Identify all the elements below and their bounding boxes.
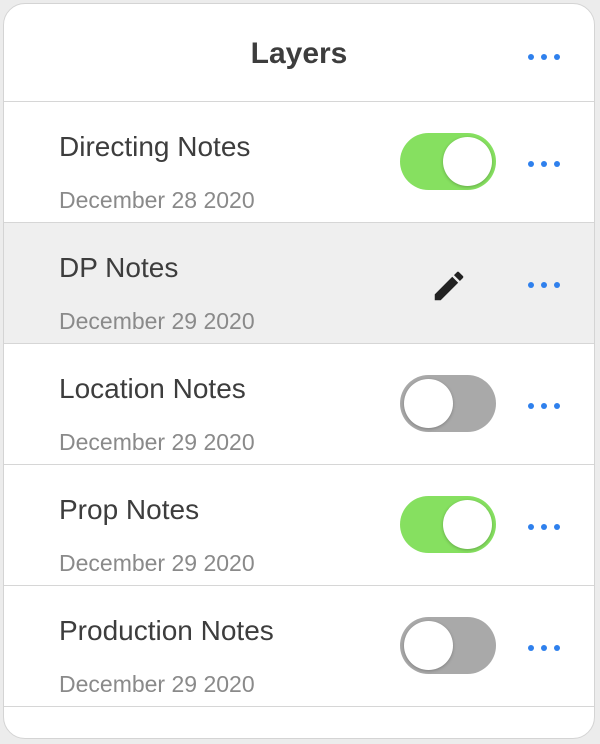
layer-row-dp[interactable]: DP Notes December 29 2020 <box>4 223 594 344</box>
visibility-toggle[interactable] <box>400 133 496 190</box>
layer-row-directing[interactable]: Directing Notes December 28 2020 <box>4 102 594 223</box>
layer-name: DP Notes <box>59 252 179 283</box>
more-icon[interactable] <box>524 273 564 297</box>
layers-panel: Layers Directing Notes December 28 2020 … <box>3 3 595 739</box>
layer-date: December 29 2020 <box>59 308 255 334</box>
visibility-toggle[interactable] <box>400 496 496 553</box>
layer-row-location[interactable]: Location Notes December 29 2020 <box>4 344 594 465</box>
panel-title: Layers <box>250 37 348 70</box>
layer-name: Directing Notes <box>59 131 251 162</box>
layer-row-production[interactable]: Production Notes December 29 2020 <box>4 586 594 707</box>
layer-name: Prop Notes <box>59 494 200 525</box>
layer-date: December 28 2020 <box>59 187 255 213</box>
pencil-icon[interactable] <box>430 267 468 305</box>
header-more-icon[interactable] <box>524 45 564 69</box>
panel-header: Layers <box>4 4 594 102</box>
layer-date: December 29 2020 <box>59 550 255 576</box>
layer-date: December 29 2020 <box>59 671 255 697</box>
more-icon[interactable] <box>524 152 564 176</box>
layer-row-prop[interactable]: Prop Notes December 29 2020 <box>4 465 594 586</box>
more-icon[interactable] <box>524 636 564 660</box>
layer-name: Production Notes <box>59 615 274 646</box>
visibility-toggle[interactable] <box>400 617 496 674</box>
layer-date: December 29 2020 <box>59 429 255 455</box>
visibility-toggle[interactable] <box>400 375 496 432</box>
more-icon[interactable] <box>524 394 564 418</box>
layer-name: Location Notes <box>59 373 246 404</box>
more-icon[interactable] <box>524 515 564 539</box>
